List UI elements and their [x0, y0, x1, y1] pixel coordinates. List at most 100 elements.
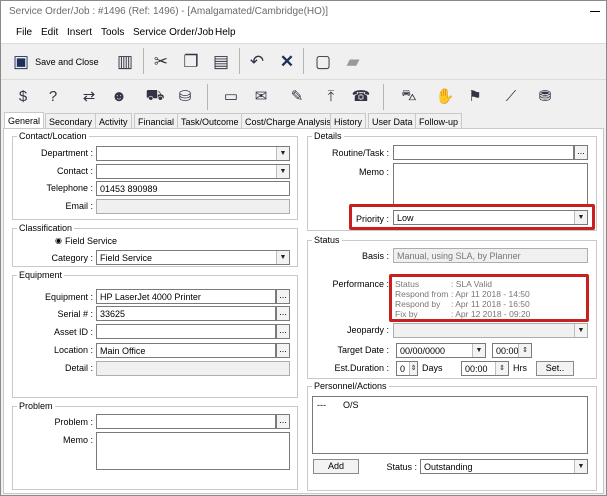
- chevron-down-icon[interactable]: ▼: [574, 324, 587, 337]
- location-field[interactable]: Main Office: [96, 343, 276, 358]
- tab-activity[interactable]: Activity: [95, 113, 132, 129]
- menu-help[interactable]: Help: [215, 27, 236, 38]
- edit-note-icon[interactable]: ✎: [285, 84, 309, 108]
- cart-icon[interactable]: ⛁: [173, 84, 197, 108]
- ruler-icon[interactable]: ⟋: [499, 84, 523, 108]
- problem-field[interactable]: [96, 414, 276, 429]
- save-new-icon[interactable]: ▥: [113, 50, 137, 74]
- add-button[interactable]: Add: [313, 459, 359, 474]
- paste-icon[interactable]: ▤: [209, 50, 233, 74]
- personnel-actions-legend: Personnel/Actions: [314, 381, 387, 391]
- serial-label: Serial # :: [57, 309, 93, 319]
- coins-icon[interactable]: ⛃: [533, 84, 557, 108]
- details-memo-textarea[interactable]: [393, 163, 588, 205]
- toolbar-separator: [143, 48, 144, 74]
- days-field[interactable]: 0 ⇕: [396, 361, 418, 376]
- spin-icon[interactable]: ⇕: [409, 362, 417, 375]
- tab-financial[interactable]: Financial: [134, 113, 179, 129]
- tab-history[interactable]: History: [330, 113, 367, 129]
- cut-icon[interactable]: ✂: [149, 50, 173, 74]
- tab-user-data[interactable]: User Data: [368, 113, 417, 129]
- contact-dropdown[interactable]: ▼: [96, 164, 290, 179]
- menu-tools[interactable]: Tools: [101, 27, 124, 38]
- target-date-field[interactable]: 00/00/0000 ▼: [396, 343, 486, 358]
- asset-id-label: Asset ID :: [53, 327, 93, 337]
- problem-browse-button[interactable]: ...: [276, 414, 290, 429]
- routine-task-label: Routine/Task :: [331, 148, 389, 158]
- menu-file[interactable]: File: [16, 27, 32, 38]
- chevron-down-icon[interactable]: ▼: [276, 251, 289, 264]
- chevron-down-icon[interactable]: ▼: [276, 165, 289, 178]
- personnel-status-dropdown[interactable]: Outstanding ▼: [420, 459, 588, 474]
- delete-icon[interactable]: ✕: [275, 50, 299, 74]
- tab-cost-charge-analysis[interactable]: Cost/Charge Analysis: [241, 113, 336, 129]
- invoice-help-icon[interactable]: ?: [41, 84, 65, 108]
- asset-browse-button[interactable]: ...: [276, 324, 290, 339]
- category-dropdown[interactable]: Field Service ▼: [96, 250, 290, 265]
- jeopardy-dropdown[interactable]: ▼: [393, 323, 588, 338]
- detail-label: Detail :: [64, 363, 93, 373]
- menu-edit[interactable]: Edit: [41, 27, 58, 38]
- tab-general[interactable]: General: [4, 112, 45, 129]
- print-preview-icon[interactable]: ▢: [311, 50, 335, 74]
- details-memo-label: Memo :: [358, 167, 389, 177]
- routine-browse-button[interactable]: ...: [574, 145, 588, 160]
- hand-stop-icon[interactable]: ✋: [433, 84, 457, 108]
- problem-memo-textarea[interactable]: [96, 432, 290, 470]
- asset-id-field[interactable]: [96, 324, 276, 339]
- menu-insert[interactable]: Insert: [67, 27, 92, 38]
- detail-field[interactable]: [96, 361, 290, 376]
- money-bag-icon[interactable]: $: [11, 84, 35, 108]
- email-icon[interactable]: ✉: [249, 84, 273, 108]
- performance-highlight: [389, 274, 589, 322]
- contact-location-legend: Contact/Location: [19, 131, 87, 141]
- copy-icon[interactable]: ❐: [179, 50, 203, 74]
- card-icon[interactable]: ▭: [219, 84, 243, 108]
- toolbar-separator: [207, 84, 208, 110]
- flag-icon[interactable]: ⚑: [463, 84, 487, 108]
- telephone-field[interactable]: 01453 890989: [96, 181, 290, 196]
- department-dropdown[interactable]: ▼: [96, 146, 290, 161]
- email-field[interactable]: [96, 199, 290, 214]
- email-label: Email :: [65, 201, 93, 211]
- undo-icon[interactable]: ↶: [245, 50, 269, 74]
- tab-task-outcome[interactable]: Task/Outcome: [177, 113, 243, 129]
- chevron-down-icon[interactable]: ▼: [574, 460, 587, 473]
- problem-memo-label: Memo :: [62, 435, 93, 445]
- category-label: Category :: [51, 253, 93, 263]
- eraser-icon[interactable]: ▰: [341, 50, 365, 74]
- tab-follow-up[interactable]: Follow-up: [415, 113, 463, 129]
- equipment-browse-button[interactable]: ...: [276, 289, 290, 304]
- routine-task-field[interactable]: [393, 145, 574, 160]
- spin-icon[interactable]: ⇕: [495, 362, 508, 375]
- tab-secondary[interactable]: Secondary: [45, 113, 97, 129]
- target-time-field[interactable]: 00:00 ⇕: [492, 343, 532, 358]
- telephone-label: Telephone :: [46, 183, 93, 193]
- vehicle-transfer-icon[interactable]: ⇄: [77, 84, 101, 108]
- location-browse-button[interactable]: ...: [276, 343, 290, 358]
- calendar-dropdown-icon[interactable]: ▼: [472, 344, 485, 357]
- toolbar-main: ▣ Save and Close ▥ ✂ ❐ ▤ ↶ ✕ ▢ ▰: [1, 43, 606, 79]
- basis-field: Manual, using SLA, by Planner: [393, 248, 588, 263]
- set-button[interactable]: Set..: [536, 361, 574, 376]
- radio-selected-icon[interactable]: ◉: [55, 236, 62, 245]
- engineer-icon[interactable]: ☻: [107, 84, 131, 108]
- classification-legend: Classification: [19, 223, 73, 233]
- personnel-row-dash: ---: [317, 400, 326, 410]
- hrs-field[interactable]: 00:00 ⇕: [461, 361, 509, 376]
- problem-label: Problem :: [54, 417, 93, 427]
- equipment-field[interactable]: HP LaserJet 4000 Printer: [96, 289, 276, 304]
- dispatch-icon[interactable]: ⤒: [319, 84, 343, 108]
- car-icon[interactable]: ⛍: [397, 84, 421, 108]
- serial-field[interactable]: 33625: [96, 306, 276, 321]
- truck-icon[interactable]: ⛟: [143, 84, 167, 108]
- title-bar: Service Order/Job : #1496 (Ref: 1496) - …: [1, 1, 606, 23]
- chevron-down-icon[interactable]: ▼: [276, 147, 289, 160]
- spin-icon[interactable]: ⇕: [518, 344, 531, 357]
- phone-icon[interactable]: ☎: [349, 84, 373, 108]
- menu-service-order[interactable]: Service Order/Job: [133, 27, 214, 38]
- minimize-icon[interactable]: [590, 11, 600, 12]
- target-date-label: Target Date :: [337, 345, 389, 355]
- serial-browse-button[interactable]: ...: [276, 306, 290, 321]
- save-close-button[interactable]: ▣ Save and Close: [13, 50, 99, 74]
